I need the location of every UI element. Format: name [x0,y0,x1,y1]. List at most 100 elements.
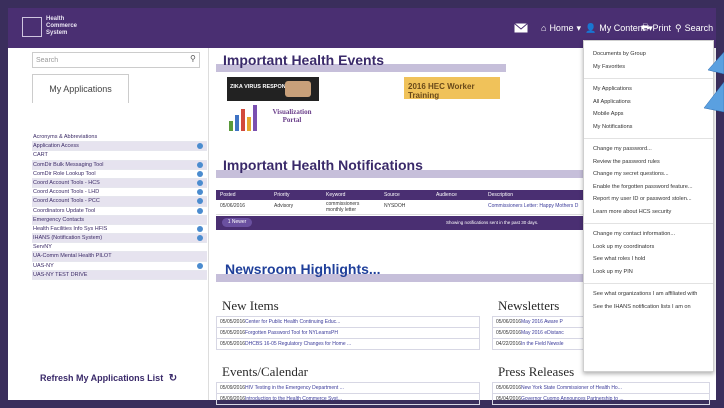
home-icon: ⌂ [541,23,547,33]
ny-state-logo-icon [22,16,42,37]
info-icon[interactable] [197,207,203,214]
logo-line: System [46,30,68,36]
sidebar-app-label: Emergency Contacts [33,216,85,223]
info-icon[interactable] [197,170,203,177]
sidebar-app-label: UAS-NY TEST DRIVE [33,271,88,278]
list-item-link[interactable]: Governor Cuomo Announces Partnership to … [521,394,624,404]
info-icon[interactable] [197,225,203,232]
info-icon[interactable] [197,179,203,186]
dropdown-menu-item[interactable]: Learn more about HCS security [593,209,671,215]
sidebar-app-item[interactable]: ComDir Bulk Messaging Tool [32,160,207,170]
visualization-portal-banner[interactable]: Visualization Portal [227,103,319,133]
info-icon[interactable] [197,189,203,196]
list-item-link[interactable]: May 2016 Aware P [521,317,563,327]
sidebar-app-item[interactable]: UAS-NY TEST DRIVE [32,270,207,280]
dropdown-menu-item[interactable]: Change my password... [593,146,652,152]
mail-button[interactable] [514,8,528,48]
newsletters-heading: Newsletters [498,298,560,313]
dropdown-menu-item[interactable]: My Favorites [593,64,625,70]
sidebar-app-label: UAS-NY [33,262,54,269]
sidebar-app-label: ComDir Role Lookup Tool [33,170,96,177]
sidebar-app-item[interactable]: UA-Comm Mental Health PILOT [32,252,207,262]
hec-worker-training-banner[interactable]: 2016 HEC Worker Training [404,77,500,100]
hcs-logo[interactable]: Health Commerce System [22,16,77,37]
column-header-audience[interactable]: Audience [436,192,457,198]
dropdown-menu-item[interactable]: Review the password rules [593,159,660,165]
column-header-description[interactable]: Description [488,192,513,198]
dropdown-menu-item[interactable]: Look up my PIN [593,269,633,275]
bar-chart-icon [229,105,257,131]
sidebar-app-item[interactable]: Coord Account Tools - PCC [32,197,207,207]
newsroom-highlights-title: Newsroom Highlights... [225,261,381,277]
list-item-date: 05/09/2016 [220,396,246,402]
dropdown-menu-item[interactable]: Mobile Apps [593,111,623,117]
list-item[interactable]: 05/05/2016 DHCBS 16-05 Regulatory Changes… [216,338,480,350]
info-icon[interactable] [197,198,203,205]
newer-filter-button[interactable]: 1 Newer [222,218,252,227]
info-icon[interactable] [197,262,203,269]
zika-label: ZIKA VIRUS RESPONSE [230,84,294,90]
menu-separator [584,223,713,224]
cell-posted: 05/06/2016 [220,203,246,209]
dropdown-menu-item[interactable]: Change my contact information... [593,231,675,237]
zika-banner[interactable]: ZIKA VIRUS RESPONSE [227,77,319,101]
dropdown-menu-item[interactable]: My Notifications [593,124,632,130]
menu-separator [584,78,713,79]
column-header-priority[interactable]: Priority [274,192,290,198]
print-label: Print [652,23,672,33]
sidebar-app-item[interactable]: IHANS (Notification System) [32,234,207,244]
home-menu[interactable]: ⌂ Home ▾ [538,8,581,48]
list-item-link[interactable]: Introduction to the Health Commerce Syst… [245,394,342,404]
dropdown-menu-item[interactable]: Report my user ID or password stolen... [593,196,692,202]
sidebar-app-item[interactable]: Coordinators Update Tool [32,207,207,216]
hec-label: 2016 HEC Worker Training [408,82,475,100]
sidebar-app-item[interactable]: ComDir Role Lookup Tool [32,170,207,179]
list-item-link[interactable]: Center for Public Health Continuing Educ… [245,317,340,327]
dropdown-menu-item[interactable]: Change my secret questions... [593,171,669,177]
list-item-date: 05/05/2016 [496,330,522,336]
sidebar-app-item[interactable]: Coord Account Tools - LHD [32,188,207,198]
dropdown-menu-item[interactable]: All Applications [593,99,631,105]
sidebar-app-label: Coord Account Tools - LHD [33,189,100,196]
sidebar-app-item[interactable]: CART [32,151,207,161]
cell-description[interactable]: Commissioners Letter: Happy Mothers D [488,203,578,209]
list-item-link[interactable]: May 2016 eDistanc [521,328,564,338]
dropdown-menu-item[interactable]: Documents by Group [593,51,646,57]
search-icon[interactable]: ⚲ [190,54,196,63]
sidebar-app-item[interactable]: UAS-NY [32,262,207,271]
list-item-link[interactable]: In the Field Newsle [521,339,564,349]
tab-my-applications[interactable]: My Applications [32,74,129,103]
dropdown-menu-item[interactable]: My Applications [593,86,632,92]
sidebar-search-input[interactable]: Search [32,52,200,68]
refresh-label: Refresh My Applications List [40,373,164,383]
dropdown-menu-item[interactable]: Look up my coordinators [593,244,654,250]
sidebar-app-item[interactable]: Coord Account Tools - HCS [32,178,207,189]
sidebar-app-label: IHANS (Notification System) [33,235,103,242]
list-item-link[interactable]: Forgotten Password Tool for NYLearnsPH [245,328,338,338]
dropdown-menu-item[interactable]: See what organizations I am affiliated w… [593,291,697,297]
sidebar-app-item[interactable]: ServNY [32,243,207,253]
sidebar-app-item[interactable]: Acronyms & Abbreviations [32,133,207,143]
dropdown-menu-item[interactable]: See the IHANS notification lists I am on [593,304,691,310]
info-icon[interactable] [197,235,203,242]
sidebar-app-item[interactable]: Health Facilities Info Sys HFIS [32,225,207,235]
list-item-link[interactable]: DHCBS 16-05 Regulatory Changes for Home … [245,339,351,349]
printer-icon: 🖶 [641,22,650,32]
column-header-source[interactable]: Source [384,192,400,198]
list-item[interactable]: 05/04/2016 Governor Cuomo Announces Partn… [492,393,710,405]
column-header-posted[interactable]: Posted [220,192,236,198]
sidebar-app-item[interactable]: Emergency Contacts [32,215,207,225]
dropdown-menu-item[interactable]: See what roles I hold [593,256,645,262]
user-icon: 👤 [585,22,597,33]
list-item[interactable]: 05/09/2016 Introduction to the Health Com… [216,393,480,405]
dropdown-menu-item[interactable]: Enable the forgotten password feature... [593,184,693,190]
list-item-link[interactable]: New York State Commissioner of Health Ho… [521,383,622,393]
info-icon[interactable] [197,143,203,150]
sidebar-app-item[interactable]: Application Access [32,142,207,152]
refresh-applications-button[interactable]: Refresh My Applications List ↻ [40,373,177,384]
home-label: Home [549,23,574,33]
applications-list: Acronyms & Abbreviations Application Acce… [32,133,207,280]
list-item-link[interactable]: HIV Testing in the Emergency Department … [245,383,344,393]
column-header-keyword[interactable]: Keyword [326,192,345,198]
info-icon[interactable] [197,161,203,168]
